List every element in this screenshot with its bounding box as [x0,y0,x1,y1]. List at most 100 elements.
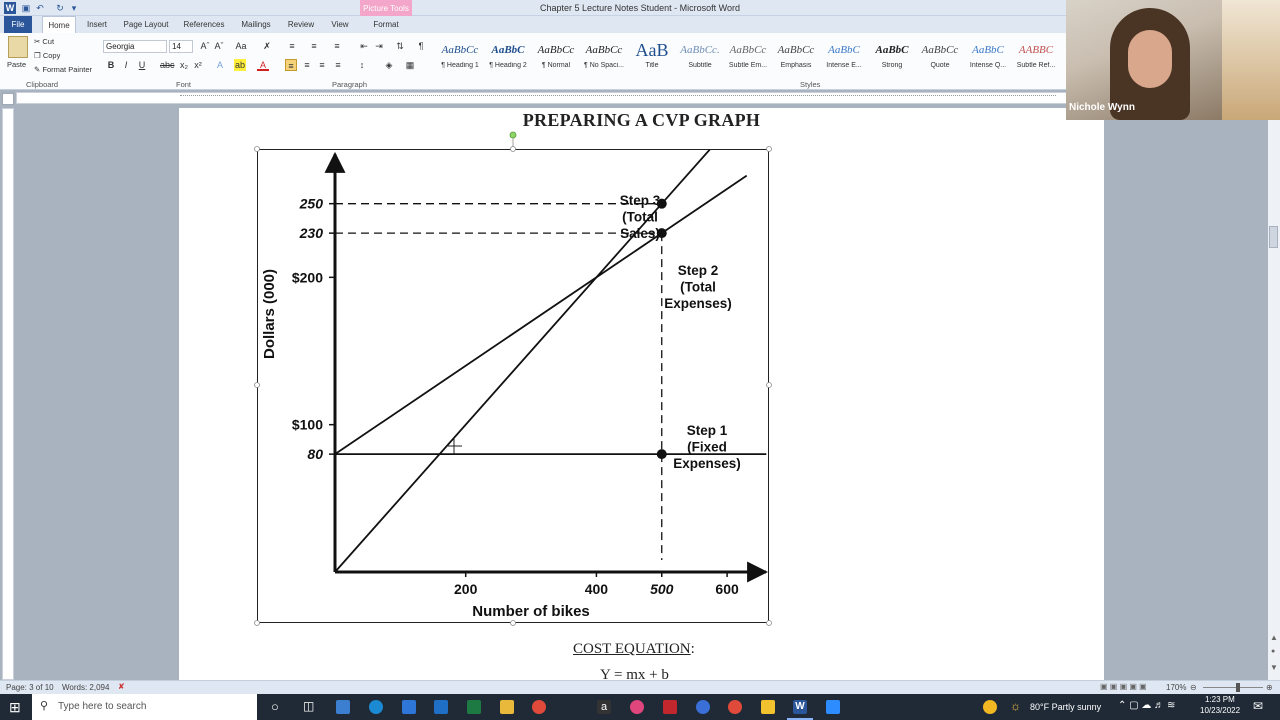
style-7[interactable]: AaBbCc Emphasis [773,38,819,76]
subscript-icon[interactable]: x₂ [178,59,190,71]
strikethrough-icon[interactable]: abc [160,59,175,71]
decrease-indent-icon[interactable]: ⇤ [358,40,370,52]
style-0[interactable]: AaBbCc ¶ Heading 1 [437,38,483,76]
word-app-icon[interactable]: W [793,700,807,714]
italic-icon[interactable]: I [120,59,132,71]
zoom-level[interactable]: 170% [1166,683,1186,692]
zoom-app-icon[interactable] [826,700,840,714]
superscript-icon[interactable]: x² [192,59,204,71]
scroll-up-arrow-icon[interactable]: ▲ [1270,633,1278,642]
style-2[interactable]: AaBbCc ¶ Normal [533,38,579,76]
text-effects-icon[interactable]: A [214,59,226,71]
clock-time[interactable]: 1:23 PM [1205,695,1235,704]
cortana-icon[interactable]: ○ [271,699,279,714]
edge-app-icon[interactable] [369,700,383,714]
help-icon[interactable] [983,700,997,714]
tray-icons[interactable]: ⌃ ▢ ☁ ♬ ≋ [1118,700,1175,711]
tab-insert[interactable]: Insert [82,16,112,33]
tab-review[interactable]: Review [284,16,318,33]
proofing-icon[interactable]: ✘ [118,682,125,691]
rotate-handle[interactable] [509,131,517,139]
paste-button[interactable]: Paste [7,60,26,69]
page-count[interactable]: Page: 3 of 10 [6,683,54,692]
change-case-icon[interactable]: Aa [235,40,247,52]
horizontal-ruler[interactable] [16,92,1067,104]
ruler-toggle[interactable] [2,93,14,105]
tab-home[interactable]: Home [42,16,76,33]
chrome-app-icon-2[interactable] [728,700,742,714]
red-app-icon[interactable] [663,700,677,714]
calculator-app-icon[interactable] [336,700,350,714]
scroll-thumb[interactable] [1269,226,1278,248]
style-5[interactable]: AaBbCc. Subtitle [677,38,723,76]
blue-app-icon[interactable] [696,700,710,714]
bullets-icon[interactable]: ≡ [286,40,298,52]
style-10[interactable]: AaBbCc Quote [917,38,963,76]
align-right-icon[interactable]: ≡ [316,59,328,71]
notifications-icon[interactable]: ✉ [1253,699,1263,713]
style-11[interactable]: AaBbC Intense Q... [965,38,1011,76]
amazon-app-icon[interactable]: a [597,700,611,714]
multilevel-list-icon[interactable]: ≡ [331,40,343,52]
sort-icon[interactable]: ⇅ [394,40,406,52]
scroll-down-arrow-icon[interactable]: ▼ [1270,663,1278,672]
chrome-app-icon[interactable] [532,700,546,714]
zoom-slider[interactable] [1203,687,1263,688]
bold-icon[interactable]: B [105,59,117,71]
line-spacing-icon[interactable]: ↕ [356,59,368,71]
tab-format[interactable]: Format [362,16,410,33]
numbering-icon[interactable]: ≡ [308,40,320,52]
style-3[interactable]: AaBbCc ¶ No Spaci... [581,38,627,76]
document-page[interactable]: PREPARING A CVP GRAPH $300250230$200$100… [179,99,1104,680]
style-9[interactable]: AaBbC Strong [869,38,915,76]
format-painter-button[interactable]: ✎ Format Painter [34,65,92,74]
align-center-icon[interactable]: ≡ [301,59,313,71]
task-view-icon[interactable]: ◫ [303,699,314,713]
taskbar-search-box[interactable]: ⚲ Type here to search [32,694,257,720]
zoom-out-icon[interactable]: ⊖ [1190,683,1197,692]
font-color-icon[interactable]: A [257,59,269,71]
prev-page-icon[interactable]: ● [1271,648,1275,655]
excel-app-icon[interactable] [467,700,481,714]
tab-view[interactable]: View [326,16,354,33]
mail-app-icon[interactable] [434,700,448,714]
tab-mailings[interactable]: Mailings [236,16,276,33]
sticky-notes-app-icon[interactable] [761,700,775,714]
grow-font-icon[interactable]: Aˆ [199,40,211,52]
highlight-icon[interactable]: ab [234,59,246,71]
zoom-slider-thumb[interactable] [1236,683,1240,692]
cvp-graph-picture[interactable]: $300250230$200$10080200400500600Number o… [257,99,769,623]
vertical-scrollbar[interactable]: ▲ ● ▼ [1268,108,1280,680]
word-count[interactable]: Words: 2,094 [62,683,109,692]
cut-button[interactable]: ✂ Cut [34,37,54,46]
style-6[interactable]: AaBbCc Subtle Em... [725,38,771,76]
shrink-font-icon[interactable]: Aˇ [213,40,225,52]
clock-date[interactable]: 10/23/2022 [1200,706,1240,715]
increase-indent-icon[interactable]: ⇥ [373,40,385,52]
dropbox-app-icon[interactable] [402,700,416,714]
borders-icon[interactable]: ▦ [404,59,416,71]
style-8[interactable]: AaBbC Intense E... [821,38,867,76]
music-app-icon[interactable] [630,700,644,714]
weather-text[interactable]: 80°F Partly sunny [1030,702,1101,712]
underline-icon[interactable]: U [136,59,148,71]
zoom-in-icon[interactable]: ⊕ [1266,683,1273,692]
show-marks-icon[interactable]: ¶ [415,40,427,52]
file-explorer-app-icon[interactable] [500,700,514,714]
tab-page-layout[interactable]: Page Layout [120,16,172,33]
style-12[interactable]: AABBC Subtle Ref... [1013,38,1059,76]
style-4[interactable]: AaB Title [629,38,675,76]
font-name-combo[interactable]: Georgia [103,40,167,53]
shading-icon[interactable]: ◈ [383,59,395,71]
paste-icon[interactable] [8,36,28,58]
tab-file[interactable]: File [4,16,32,33]
windows-start-icon[interactable]: ⊞ [9,699,21,716]
clear-format-icon[interactable]: ✗ [261,40,273,52]
style-1[interactable]: AaBbC ¶ Heading 2 [485,38,531,76]
view-buttons[interactable]: ▣ ▣ ▣ ▣ ▣ [1100,682,1147,691]
copy-button[interactable]: ❐ Copy [34,51,60,60]
justify-icon[interactable]: ≡ [332,59,344,71]
align-left-icon[interactable]: ≡ [285,59,297,71]
vertical-ruler[interactable] [2,108,14,680]
font-size-combo[interactable]: 14 [169,40,193,53]
